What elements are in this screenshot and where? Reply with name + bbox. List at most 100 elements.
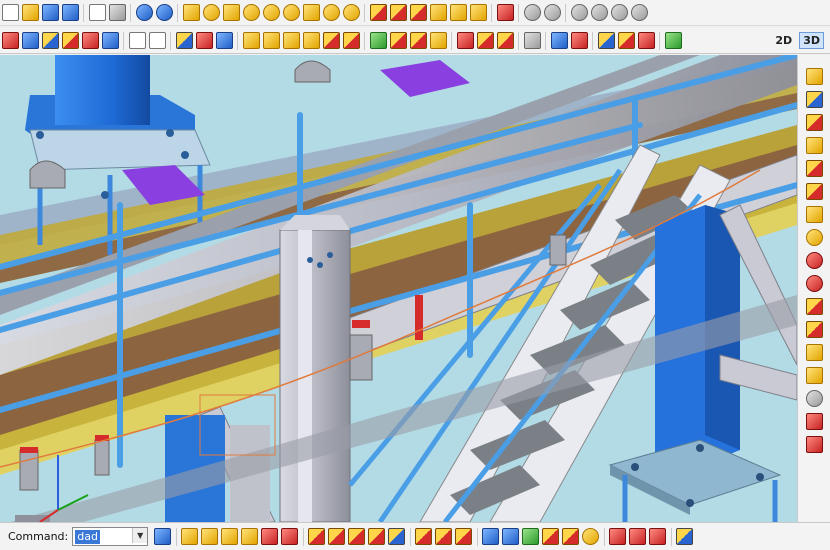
help-icon[interactable] bbox=[435, 528, 453, 545]
rotate-icon[interactable] bbox=[215, 32, 233, 49]
extend-icon[interactable] bbox=[21, 32, 39, 49]
lock-icon[interactable] bbox=[609, 528, 627, 545]
bolt-icon[interactable] bbox=[805, 137, 823, 154]
view-2d-button[interactable]: 2D bbox=[771, 32, 796, 49]
copy-object-icon[interactable] bbox=[61, 32, 79, 49]
split-beam-icon[interactable] bbox=[805, 229, 823, 246]
material-icon[interactable] bbox=[496, 4, 514, 21]
stretch-icon[interactable] bbox=[242, 32, 260, 49]
profile-i-icon[interactable] bbox=[261, 528, 279, 545]
view-3d-button[interactable]: 3D bbox=[799, 32, 824, 49]
fillet-icon[interactable] bbox=[262, 32, 280, 49]
torus-icon[interactable] bbox=[282, 4, 300, 21]
zoom-extents-icon[interactable] bbox=[523, 4, 541, 21]
mark-icon[interactable] bbox=[805, 321, 823, 338]
select-icon[interactable] bbox=[570, 32, 588, 49]
column-icon[interactable] bbox=[805, 91, 823, 108]
ungroup-icon[interactable] bbox=[409, 32, 427, 49]
hide-icon[interactable] bbox=[523, 32, 541, 49]
command-input[interactable]: dad ▼ bbox=[72, 527, 149, 546]
detach-icon[interactable] bbox=[496, 32, 514, 49]
elbow-icon[interactable] bbox=[302, 4, 320, 21]
beam-icon[interactable] bbox=[805, 68, 823, 85]
properties-icon[interactable] bbox=[429, 32, 447, 49]
cursor-mode-icon[interactable] bbox=[455, 528, 473, 545]
clash-icon[interactable] bbox=[805, 275, 823, 292]
snap-icon[interactable] bbox=[617, 32, 635, 49]
drawing-icon[interactable] bbox=[805, 344, 823, 361]
connect-mode-icon[interactable] bbox=[482, 528, 500, 545]
zoom-realtime-icon[interactable] bbox=[630, 4, 648, 21]
union-icon[interactable] bbox=[369, 4, 387, 21]
zoom-previous-icon[interactable] bbox=[610, 4, 628, 21]
profile-l-icon[interactable] bbox=[221, 528, 239, 545]
snap-edge-icon[interactable] bbox=[368, 528, 386, 545]
tree-icon[interactable] bbox=[676, 528, 694, 545]
dome-icon[interactable] bbox=[262, 4, 280, 21]
export-icon[interactable] bbox=[805, 367, 823, 384]
array-icon[interactable] bbox=[101, 32, 119, 49]
weld-icon[interactable] bbox=[805, 160, 823, 177]
connect-icon[interactable] bbox=[805, 206, 823, 223]
extrude-icon[interactable] bbox=[429, 4, 447, 21]
slice-icon[interactable] bbox=[342, 32, 360, 49]
wedge-icon[interactable] bbox=[222, 4, 240, 21]
half-pipe-icon[interactable] bbox=[322, 4, 340, 21]
intersect-icon[interactable] bbox=[409, 4, 427, 21]
new-document-icon[interactable] bbox=[1, 4, 19, 21]
node-icon[interactable] bbox=[502, 528, 520, 545]
render-icon[interactable] bbox=[664, 32, 682, 49]
show-icon[interactable] bbox=[550, 32, 568, 49]
profile-u-icon[interactable] bbox=[241, 528, 259, 545]
zoom-window-icon[interactable] bbox=[543, 4, 561, 21]
revolve-icon[interactable] bbox=[449, 4, 467, 21]
mirror-icon[interactable] bbox=[81, 32, 99, 49]
open-folder-icon[interactable] bbox=[21, 4, 39, 21]
grid-icon[interactable] bbox=[637, 32, 655, 49]
split-icon[interactable] bbox=[322, 32, 340, 49]
box-wire-2-icon[interactable] bbox=[148, 32, 166, 49]
paint-icon[interactable] bbox=[582, 528, 600, 545]
snap-line-icon[interactable] bbox=[328, 528, 346, 545]
chevron-down-icon[interactable]: ▼ bbox=[132, 528, 148, 543]
trim-icon[interactable] bbox=[1, 32, 19, 49]
link-icon[interactable] bbox=[522, 528, 540, 545]
align-icon[interactable] bbox=[175, 32, 193, 49]
dimension-icon[interactable] bbox=[562, 528, 580, 545]
scale-percent-icon[interactable] bbox=[195, 32, 213, 49]
save-icon[interactable] bbox=[41, 4, 59, 21]
filter-icon[interactable] bbox=[597, 32, 615, 49]
layer-icon[interactable] bbox=[456, 32, 474, 49]
subtract-icon[interactable] bbox=[389, 4, 407, 21]
paste-icon[interactable] bbox=[108, 4, 126, 21]
model-viewport-3d[interactable] bbox=[0, 55, 797, 522]
unlock-icon[interactable] bbox=[629, 528, 647, 545]
ortho-icon[interactable] bbox=[415, 528, 433, 545]
profile-c-icon[interactable] bbox=[201, 528, 219, 545]
upload-icon[interactable] bbox=[154, 528, 172, 545]
sweep-icon[interactable] bbox=[469, 4, 487, 21]
box-solid-icon[interactable] bbox=[182, 4, 200, 21]
snap-grid-icon[interactable] bbox=[348, 528, 366, 545]
cone-icon[interactable] bbox=[242, 4, 260, 21]
cut-icon[interactable] bbox=[302, 32, 320, 49]
zoom-in-icon[interactable] bbox=[570, 4, 588, 21]
measure-icon[interactable] bbox=[542, 528, 560, 545]
box-wire-icon[interactable] bbox=[128, 32, 146, 49]
attach-icon[interactable] bbox=[476, 32, 494, 49]
zoom-out-icon[interactable] bbox=[590, 4, 608, 21]
move-icon[interactable] bbox=[41, 32, 59, 49]
plate-icon[interactable] bbox=[805, 114, 823, 131]
number-icon[interactable] bbox=[805, 298, 823, 315]
delete-icon[interactable] bbox=[805, 413, 823, 430]
snap-intersection-icon[interactable] bbox=[388, 528, 406, 545]
undo-icon[interactable] bbox=[135, 4, 153, 21]
refresh-icon[interactable] bbox=[805, 390, 823, 407]
cylinder-icon[interactable] bbox=[202, 4, 220, 21]
command-input-value[interactable]: dad bbox=[75, 529, 100, 544]
report-icon[interactable] bbox=[805, 436, 823, 453]
section-icon[interactable] bbox=[369, 32, 387, 49]
layer-stack-icon[interactable] bbox=[649, 528, 667, 545]
snap-point-icon[interactable] bbox=[308, 528, 326, 545]
redo-icon[interactable] bbox=[155, 4, 173, 21]
